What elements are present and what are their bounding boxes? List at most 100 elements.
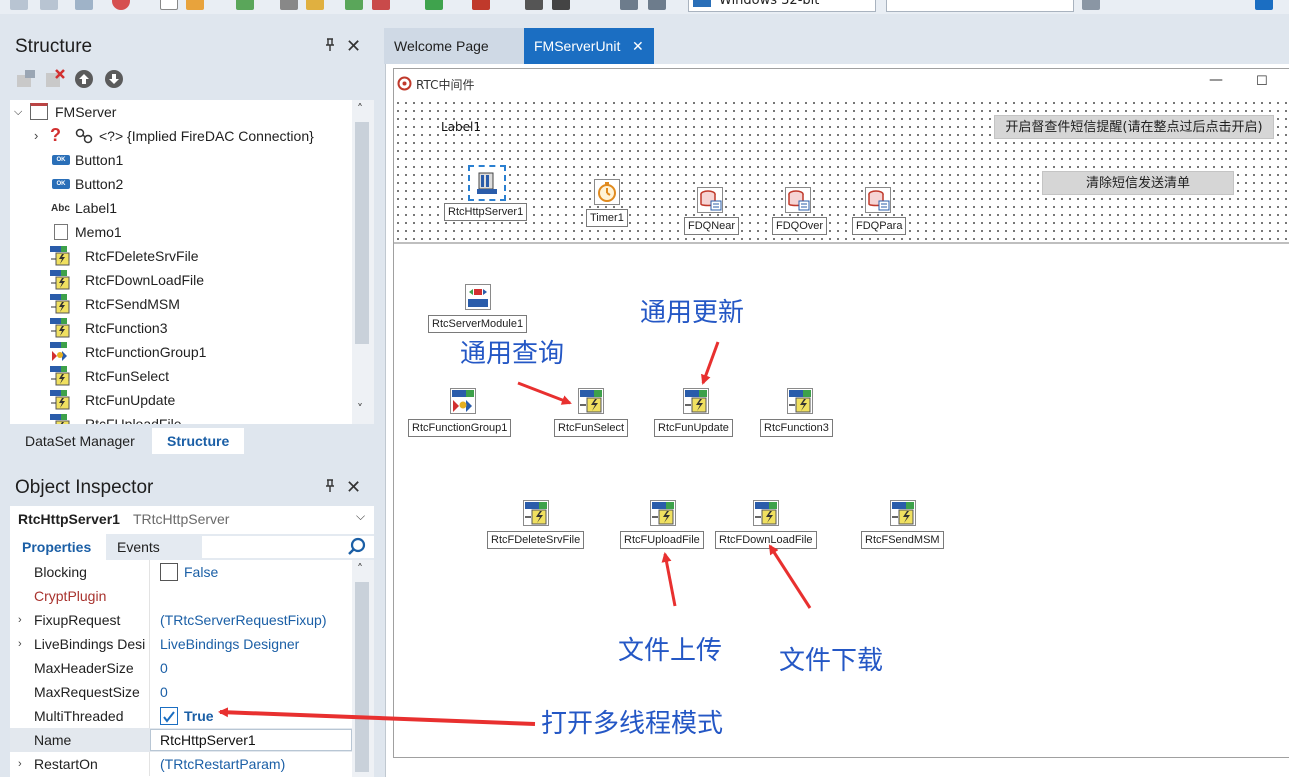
chevron-down-icon[interactable]: ⌵ xyxy=(356,509,365,524)
platform-combo[interactable]: Windows 32-bit xyxy=(688,0,876,12)
pin-icon[interactable] xyxy=(324,38,336,56)
clear-sms-button[interactable]: 清除短信发送清单 xyxy=(1042,171,1234,195)
search-icon[interactable] xyxy=(346,536,368,558)
close-icon[interactable]: ✕ xyxy=(346,477,361,498)
component-label[interactable]: Timer1 xyxy=(586,209,628,227)
query-icon[interactable] xyxy=(697,187,723,213)
component-label[interactable]: RtcFunSelect xyxy=(554,419,629,437)
property-row[interactable]: › RestartOn (TRtcRestartParam) xyxy=(10,752,352,776)
label1[interactable]: Label1 xyxy=(441,120,481,134)
toolbar-icon[interactable] xyxy=(280,0,298,10)
tab-welcome-page[interactable]: Welcome Page xyxy=(384,28,524,64)
property-value[interactable]: 0 xyxy=(160,656,168,680)
rtc-http-server-component[interactable] xyxy=(468,165,506,201)
structure-tree[interactable]: ⌵ FMServer › ? <?> {Implied FireDAC Conn… xyxy=(10,100,374,424)
form-top-panel[interactable]: Label1 开启督查件短信提醒(请在整点过后点击开启) 清除短信发送清单 Rt… xyxy=(394,99,1289,244)
tab-structure[interactable]: Structure xyxy=(152,428,245,454)
rtc-function-icon[interactable] xyxy=(650,500,676,526)
expand-chevron-icon[interactable]: › xyxy=(34,124,38,148)
move-up-icon[interactable] xyxy=(74,69,94,89)
new-file-icon[interactable] xyxy=(160,0,178,10)
component-label[interactable]: RtcFDownLoadFile xyxy=(715,531,817,549)
tab-dataset-manager[interactable]: DataSet Manager xyxy=(10,428,150,454)
property-value[interactable]: RtcHttpServer1 xyxy=(160,728,256,752)
toolbar-icon[interactable] xyxy=(345,0,363,10)
scrollbar-thumb[interactable] xyxy=(355,582,369,772)
toolbar-icon[interactable] xyxy=(648,0,666,10)
scroll-up-icon[interactable]: ˄ xyxy=(357,562,363,576)
query-icon[interactable] xyxy=(865,187,891,213)
toolbar-icon[interactable] xyxy=(112,0,130,10)
tab-properties[interactable]: Properties xyxy=(10,534,106,560)
component-label[interactable]: RtcFUploadFile xyxy=(620,531,704,549)
stop-icon[interactable] xyxy=(552,0,570,10)
property-value[interactable]: LiveBindings Designer xyxy=(160,632,299,656)
toolbar-icon[interactable] xyxy=(1082,0,1100,10)
rtc-function-icon[interactable] xyxy=(578,388,604,414)
toolbar-icon[interactable] xyxy=(372,0,390,10)
toolbar-icon[interactable] xyxy=(40,0,58,10)
rtc-function-icon[interactable] xyxy=(753,500,779,526)
scroll-down-icon[interactable]: ˅ xyxy=(357,402,363,416)
rtc-function-icon[interactable] xyxy=(683,388,709,414)
component-label[interactable]: RtcServerModule1 xyxy=(428,315,528,333)
pause-icon[interactable] xyxy=(525,0,543,10)
property-value[interactable]: False xyxy=(184,560,218,584)
property-row[interactable]: › LiveBindings Desi LiveBindings Designe… xyxy=(10,632,352,656)
sms-reminder-button[interactable]: 开启督查件短信提醒(请在整点过后点击开启) xyxy=(994,115,1274,139)
component-label[interactable]: RtcFDeleteSrvFile xyxy=(487,531,585,549)
toolbar-icon[interactable] xyxy=(620,0,638,10)
property-value[interactable]: 0 xyxy=(160,680,168,704)
checkbox[interactable] xyxy=(160,563,178,581)
property-grid[interactable]: Blocking False CryptPlugin › FixupReques… xyxy=(10,560,374,777)
debug-icon[interactable] xyxy=(472,0,490,10)
tab-events[interactable]: Events xyxy=(117,534,160,560)
back-icon[interactable] xyxy=(1255,0,1273,10)
rtc-function-group-icon[interactable] xyxy=(450,388,476,414)
scrollbar-thumb[interactable] xyxy=(355,122,369,344)
vertical-scrollbar[interactable]: ˄ xyxy=(352,560,374,777)
open-folder-icon[interactable] xyxy=(186,0,204,10)
expand-chevron-icon[interactable]: › xyxy=(18,632,22,656)
property-value[interactable]: (TRtcServerRequestFixup) xyxy=(160,608,327,632)
component-label[interactable]: FDQOver xyxy=(772,217,828,235)
rtc-function-icon[interactable] xyxy=(523,500,549,526)
delete-item-icon[interactable] xyxy=(44,68,66,90)
move-down-icon[interactable] xyxy=(104,69,124,89)
checkbox-checked[interactable] xyxy=(160,707,178,725)
property-row-selected[interactable]: Name RtcHttpServer1 xyxy=(10,728,352,752)
expand-chevron-icon[interactable]: › xyxy=(18,608,22,632)
property-row[interactable]: CryptPlugin xyxy=(10,584,352,608)
property-value[interactable]: (TRtcRestartParam) xyxy=(160,752,285,776)
property-row[interactable]: MultiThreaded True xyxy=(10,704,352,728)
property-value[interactable]: True xyxy=(184,704,214,728)
property-row[interactable]: MaxRequestSize 0 xyxy=(10,680,352,704)
tab-fmserverunit[interactable]: FMServerUnit ✕ xyxy=(524,28,654,64)
component-label[interactable]: FDQNear xyxy=(684,217,740,235)
property-row[interactable]: Blocking False xyxy=(10,560,352,584)
vertical-scrollbar[interactable]: ˄ ˅ xyxy=(352,100,374,424)
collapse-chevron-icon[interactable]: ⌵ xyxy=(14,100,22,124)
new-item-icon[interactable] xyxy=(15,69,37,89)
component-label[interactable]: RtcFSendMSM xyxy=(861,531,944,549)
query-icon[interactable] xyxy=(785,187,811,213)
pin-icon[interactable] xyxy=(324,479,336,497)
toolbar-icon[interactable] xyxy=(306,0,324,10)
component-label[interactable]: RtcFunctionGroup1 xyxy=(408,419,512,437)
minimize-icon[interactable]: — xyxy=(1209,72,1223,88)
toolbar-icon[interactable] xyxy=(10,0,28,10)
toolbar-icon[interactable] xyxy=(75,0,93,10)
property-row[interactable]: MaxHeaderSize 0 xyxy=(10,656,352,680)
timer-icon[interactable] xyxy=(594,179,620,205)
rtc-function-icon[interactable] xyxy=(890,500,916,526)
component-label[interactable]: FDQPara xyxy=(852,217,907,235)
component-selector[interactable]: RtcHttpServer1 TRtcHttpServer ⌵ xyxy=(10,506,374,534)
run-icon[interactable] xyxy=(425,0,443,10)
scroll-up-icon[interactable]: ˄ xyxy=(357,102,363,116)
expand-chevron-icon[interactable]: › xyxy=(18,752,22,776)
close-tab-icon[interactable]: ✕ xyxy=(632,28,644,64)
component-label[interactable]: RtcFunction3 xyxy=(760,419,833,437)
component-label[interactable]: RtcHttpServer1 xyxy=(444,203,528,221)
close-icon[interactable]: ✕ xyxy=(346,36,361,57)
rtc-function-icon[interactable] xyxy=(787,388,813,414)
